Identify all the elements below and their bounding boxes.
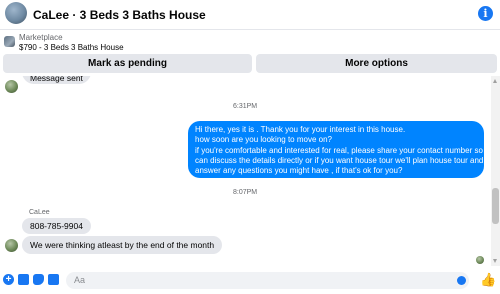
- incoming-message: 808-785-9904: [22, 218, 91, 234]
- listing-thumbnail: [4, 36, 15, 47]
- sticker-icon[interactable]: [33, 274, 44, 285]
- conversation-title[interactable]: CaLee · 3 Beds 3 Baths House: [33, 8, 206, 22]
- image-icon[interactable]: [18, 274, 29, 285]
- listing-source-label: Marketplace: [19, 33, 63, 42]
- message-input[interactable]: Aa: [66, 272, 469, 289]
- timestamp: 8:07PM: [233, 189, 258, 196]
- plus-icon[interactable]: +: [3, 274, 14, 285]
- message-line: if you're comfortable and interested for…: [195, 145, 490, 155]
- listing-strip[interactable]: Marketplace $790 - 3 Beds 3 Baths House: [0, 31, 500, 53]
- mark-as-pending-button[interactable]: Mark as pending: [3, 54, 252, 73]
- more-options-button[interactable]: More options: [256, 54, 497, 73]
- incoming-message: We were thinking atleast by the end of t…: [22, 236, 223, 254]
- sender-name: CaLee: [29, 209, 50, 216]
- message-line: can discuss the details directly or if y…: [195, 155, 484, 165]
- message-line: how soon are you looking to move on?: [195, 135, 332, 145]
- message-composer: + Aa 👍: [0, 267, 500, 294]
- message-thread[interactable]: Message sent 6:31PM Hi there, yes it is …: [0, 76, 490, 266]
- listing-title: $790 - 3 Beds 3 Baths House: [19, 43, 124, 52]
- gif-icon[interactable]: [48, 274, 59, 285]
- scroll-thumb[interactable]: [492, 188, 499, 224]
- chat-header: CaLee · 3 Beds 3 Baths House i: [0, 0, 500, 30]
- like-icon[interactable]: 👍: [480, 273, 496, 287]
- contact-avatar-small: [5, 80, 18, 93]
- message-line: Hi there, yes it is . Thank you for your…: [195, 125, 406, 134]
- incoming-message: Message sent: [22, 76, 91, 84]
- info-icon[interactable]: i: [478, 6, 493, 21]
- contact-avatar[interactable]: [5, 2, 27, 24]
- outgoing-message: Hi there, yes it is . Thank you for your…: [188, 121, 490, 178]
- scroll-up-icon[interactable]: [493, 79, 497, 83]
- scroll-down-icon[interactable]: [493, 259, 497, 263]
- contact-avatar-small: [5, 239, 18, 252]
- message-line: answer any questions you might have , if…: [195, 166, 403, 176]
- seen-receipt-avatar: [476, 256, 484, 264]
- timestamp: 6:31PM: [233, 103, 258, 110]
- emoji-icon[interactable]: [457, 276, 466, 285]
- thread-scrollbar[interactable]: [491, 76, 500, 266]
